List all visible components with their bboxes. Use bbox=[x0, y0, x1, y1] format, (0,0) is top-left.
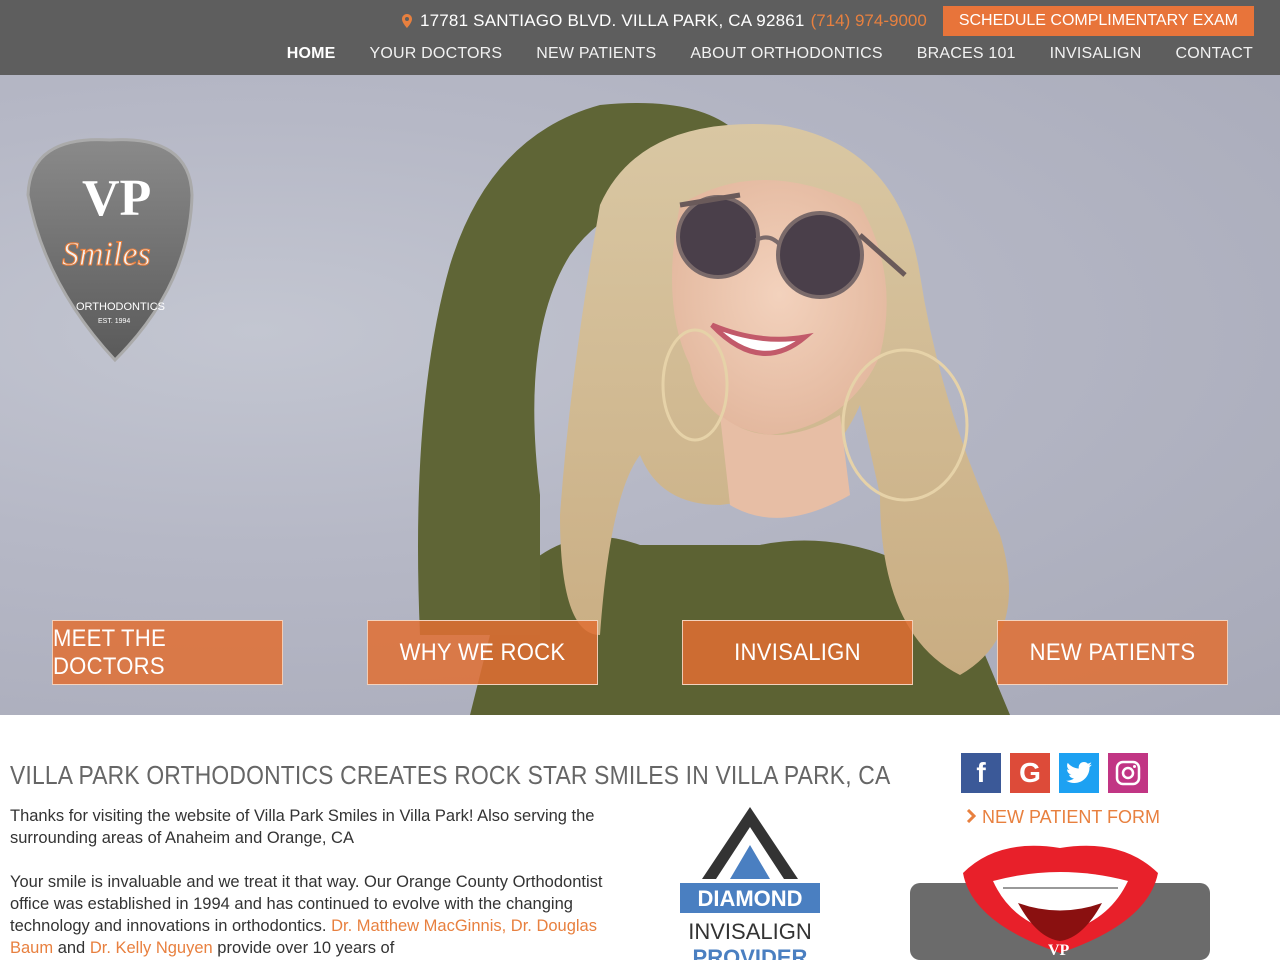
nav-invisalign[interactable]: INVISALIGN bbox=[1016, 45, 1142, 63]
nav-your-doctors[interactable]: YOUR DOCTORS bbox=[336, 45, 503, 63]
svg-text:VP: VP bbox=[82, 170, 151, 227]
social-links: f G bbox=[961, 753, 1148, 793]
main-content: VILLA PARK ORTHODONTICS CREATES ROCK STA… bbox=[0, 715, 1280, 960]
lips-badge-text: VP bbox=[1048, 942, 1070, 959]
twitter-icon[interactable] bbox=[1059, 753, 1099, 793]
address-text: 17781 SANTIAGO BLVD. VILLA PARK, CA 9286… bbox=[419, 11, 805, 30]
svg-text:EST. 1994: EST. 1994 bbox=[98, 318, 130, 325]
main-nav: HOME YOUR DOCTORS NEW PATIENTS ABOUT ORT… bbox=[253, 45, 1253, 63]
badge-line2: INVISALIGN bbox=[688, 919, 811, 944]
schedule-exam-button[interactable]: SCHEDULE COMPLIMENTARY EXAM bbox=[942, 6, 1254, 36]
phone-link[interactable]: (714) 974-9000 bbox=[811, 11, 927, 31]
hero-photo: VP Smiles ORTHODONTICS EST. 1994 bbox=[26, 103, 1010, 715]
nav-braces-101[interactable]: BRACES 101 bbox=[883, 45, 1016, 63]
dr-nguyen-link[interactable]: Dr. Kelly Nguyen bbox=[90, 939, 213, 957]
google-icon[interactable]: G bbox=[1010, 753, 1050, 793]
meet-the-doctors-button[interactable]: MEET THE DOCTORS bbox=[52, 620, 283, 685]
svg-text:Smiles: Smiles bbox=[62, 236, 151, 273]
new-patient-form-link[interactable]: NEW PATIENT FORM bbox=[966, 807, 1160, 828]
about-paragraph: Your smile is invaluable and we treat it… bbox=[10, 873, 603, 957]
contact-row: 17781 SANTIAGO BLVD. VILLA PARK, CA 9286… bbox=[401, 6, 1254, 36]
page-headline: VILLA PARK ORTHODONTICS CREATES ROCK STA… bbox=[10, 760, 891, 790]
nav-new-patients[interactable]: NEW PATIENTS bbox=[502, 45, 656, 63]
badge-line3: PROVIDER bbox=[693, 945, 808, 960]
nav-about-orthodontics[interactable]: ABOUT ORTHODONTICS bbox=[656, 45, 882, 63]
braces-lips-graphic: VP bbox=[910, 845, 1210, 960]
new-patients-button[interactable]: NEW PATIENTS bbox=[997, 620, 1228, 685]
instagram-icon[interactable] bbox=[1108, 753, 1148, 793]
facebook-icon[interactable]: f bbox=[961, 753, 1001, 793]
map-pin-icon bbox=[401, 14, 412, 28]
nav-contact[interactable]: CONTACT bbox=[1141, 45, 1253, 63]
nav-home[interactable]: HOME bbox=[253, 45, 336, 63]
intro-paragraph: Thanks for visiting the website of Villa… bbox=[10, 807, 595, 847]
top-bar: 17781 SANTIAGO BLVD. VILLA PARK, CA 9286… bbox=[0, 0, 1280, 75]
hero-banner: VP Smiles ORTHODONTICS EST. 1994 MEET TH… bbox=[0, 75, 1280, 715]
why-we-rock-button[interactable]: WHY WE ROCK bbox=[367, 620, 598, 685]
vp-smiles-logo: VP Smiles ORTHODONTICS EST. 1994 bbox=[26, 138, 194, 363]
invisalign-button[interactable]: INVISALIGN bbox=[682, 620, 913, 685]
badge-line1: DIAMOND bbox=[697, 886, 802, 911]
diamond-invisalign-badge: DIAMOND INVISALIGN PROVIDER bbox=[680, 807, 820, 960]
svg-text:ORTHODONTICS: ORTHODONTICS bbox=[76, 301, 165, 313]
chevron-right-icon bbox=[966, 807, 977, 828]
